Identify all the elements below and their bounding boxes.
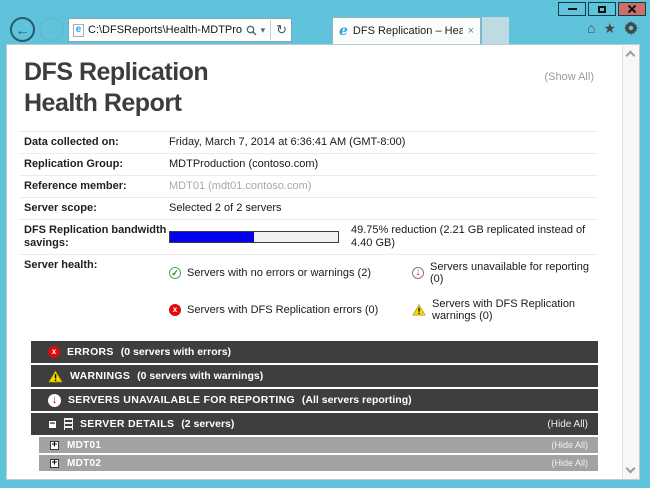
field-label: Replication Group: (24, 158, 169, 171)
field-value: Friday, March 7, 2014 at 6:36:41 AM (GMT… (169, 136, 405, 149)
refresh-icon[interactable]: ↻ (270, 20, 287, 40)
section-server-details[interactable]: − SERVER DETAILS (2 servers) (Hide All) (31, 413, 598, 435)
section-title: SERVERS UNAVAILABLE FOR REPORTING (68, 394, 295, 406)
bandwidth-progress-fill (170, 232, 254, 242)
hide-all-link[interactable]: (Hide All) (547, 419, 588, 430)
field-value: Selected 2 of 2 servers (169, 202, 282, 215)
back-icon: ← (16, 22, 30, 38)
field-data-collected: Data collected on: Friday, March 7, 2014… (19, 131, 598, 153)
maximize-button[interactable] (588, 2, 616, 16)
field-reference-member: Reference member: MDT01 (mdt01.contoso.c… (19, 175, 598, 197)
error-icon: x (169, 304, 181, 316)
forward-icon: → (45, 22, 59, 38)
page-title: DFS Replication Health Report (19, 57, 598, 119)
section-detail: (0 servers with errors) (121, 346, 231, 358)
server-row-mdt01[interactable]: + MDT01 (Hide All) (39, 437, 598, 453)
browser-tab[interactable]: e DFS Replication – Health Re... × (332, 17, 481, 44)
minimize-icon (568, 8, 577, 10)
hide-all-link[interactable]: (Hide All) (551, 440, 588, 450)
server-icon (64, 418, 73, 430)
field-label: Server scope: (24, 202, 169, 215)
address-dropdown-icon[interactable]: ▾ (261, 25, 266, 36)
close-button[interactable] (618, 2, 646, 16)
minimize-button[interactable] (558, 2, 586, 16)
browser-window: ← → e C:\DFSReports\Health-MDTProduction… (0, 0, 650, 488)
expand-expander-icon[interactable]: + (50, 441, 59, 450)
unavailable-icon: ↓ (412, 267, 424, 279)
ie-page-icon: e (73, 24, 84, 37)
expand-expander-icon[interactable]: + (50, 459, 59, 468)
report-summary: Data collected on: Friday, March 7, 2014… (19, 131, 598, 332)
health-report: DFS Replication Health Report (Show All)… (7, 45, 622, 479)
field-value: MDTProduction (contoso.com) (169, 158, 318, 171)
search-icon[interactable] (246, 25, 257, 36)
server-health-summary: ✓ Servers with no errors or warnings (2)… (169, 259, 598, 328)
section-title: ERRORS (67, 346, 114, 358)
health-text: Servers with DFS Replication errors (0) (187, 304, 378, 316)
browser-toolbar: ⌂ ★ (587, 21, 638, 35)
server-name: MDT01 (67, 440, 101, 451)
server-name: MDT02 (67, 458, 101, 469)
new-tab-button[interactable] (482, 17, 509, 44)
ie-logo-icon: e (339, 24, 348, 38)
health-text: Servers with DFS Replication warnings (0… (432, 298, 598, 322)
server-row-mdt02[interactable]: + MDT02 (Hide All) (39, 455, 598, 471)
tab-title: DFS Replication – Health Re... (353, 25, 463, 37)
hide-all-link[interactable]: (Hide All) (551, 458, 588, 468)
section-title: WARNINGS (70, 370, 130, 382)
field-label: DFS Replication bandwidth savings: (24, 224, 169, 250)
maximize-icon (598, 6, 606, 13)
section-warnings[interactable]: WARNINGS (0 servers with warnings) (31, 365, 598, 387)
section-title: SERVER DETAILS (80, 418, 174, 430)
page-content: DFS Replication Health Report (Show All)… (6, 44, 640, 480)
field-label: Data collected on: (24, 136, 169, 149)
close-icon (627, 5, 637, 13)
unavailable-icon: ↓ (48, 394, 61, 407)
show-all-link[interactable]: (Show All) (544, 71, 594, 83)
section-detail: (2 servers) (181, 418, 234, 430)
health-item-errors: x Servers with DFS Replication errors (0… (169, 298, 412, 322)
field-label: Server health: (24, 259, 169, 272)
scroll-down-icon[interactable] (626, 464, 636, 474)
bandwidth-progress-bar (169, 231, 339, 243)
health-item-warnings: Servers with DFS Replication warnings (0… (412, 298, 598, 322)
section-detail: (0 servers with warnings) (137, 370, 263, 382)
vertical-scrollbar[interactable] (622, 45, 639, 479)
address-bar[interactable]: e C:\DFSReports\Health-MDTProduction-07M… (68, 18, 292, 42)
section-unavailable[interactable]: ↓ SERVERS UNAVAILABLE FOR REPORTING (All… (31, 389, 598, 411)
back-button[interactable]: ← (10, 17, 35, 42)
address-input[interactable]: C:\DFSReports\Health-MDTProduction-07Ma (88, 24, 242, 36)
field-replication-group: Replication Group: MDTProduction (contos… (19, 153, 598, 175)
tab-close-icon[interactable]: × (468, 25, 474, 37)
favorites-star-icon[interactable]: ★ (603, 21, 616, 35)
warning-icon (412, 304, 426, 316)
ok-icon: ✓ (169, 267, 181, 279)
home-icon[interactable]: ⌂ (587, 21, 595, 35)
health-item-unavailable: ↓ Servers unavailable for reporting (0) (412, 261, 598, 285)
forward-button[interactable]: → (39, 17, 64, 42)
field-bandwidth-savings: DFS Replication bandwidth savings: 49.75… (19, 219, 598, 254)
section-errors[interactable]: x ERRORS (0 servers with errors) (31, 341, 598, 363)
error-icon: x (48, 346, 60, 358)
field-label: Reference member: (24, 180, 169, 193)
health-text: Servers with no errors or warnings (2) (187, 267, 371, 279)
field-value: MDT01 (mdt01.contoso.com) (169, 180, 311, 193)
scroll-up-icon[interactable] (626, 51, 636, 61)
health-text: Servers unavailable for reporting (0) (430, 261, 598, 285)
collapse-expander-icon[interactable]: − (48, 420, 57, 429)
section-detail: (All servers reporting) (302, 394, 412, 406)
field-server-health: Server health: ✓ Servers with no errors … (19, 254, 598, 332)
window-controls (558, 2, 646, 16)
field-server-scope: Server scope: Selected 2 of 2 servers (19, 197, 598, 219)
bandwidth-text: 49.75% reduction (2.21 GB replicated ins… (351, 224, 598, 250)
warning-icon (48, 370, 63, 383)
health-item-ok: ✓ Servers with no errors or warnings (2) (169, 261, 412, 285)
settings-gear-icon[interactable] (624, 21, 638, 35)
report-sections: x ERRORS (0 servers with errors) WARNING… (31, 341, 598, 471)
